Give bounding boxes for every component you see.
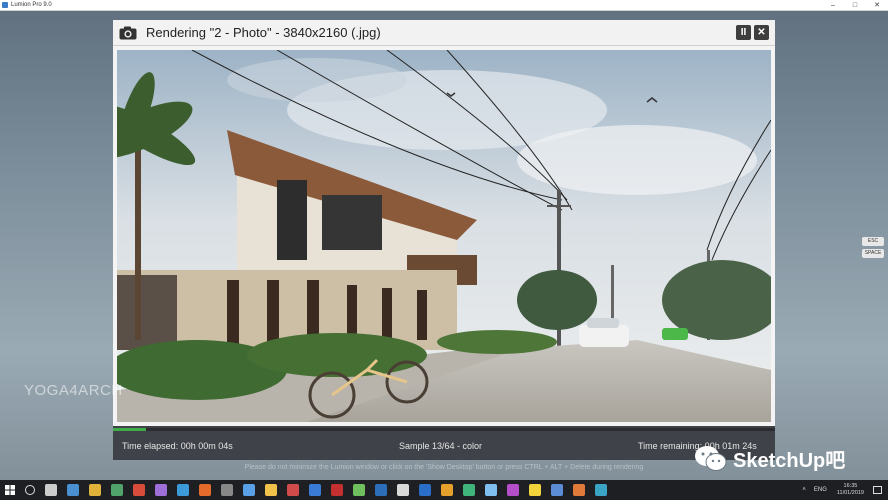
app-title: Lumion Pro 9.0 (11, 1, 52, 8)
system-tray: ˄ ENG 16:35 11/01/2019 (798, 480, 888, 500)
app-icon-19[interactable] (463, 484, 475, 496)
app-icon-24[interactable] (573, 484, 585, 496)
clock-time: 16:35 (843, 483, 858, 489)
esc-key-badge: ESC (862, 237, 884, 246)
watermark-sketchup: SketchUp吧 (694, 444, 845, 473)
app-icon-23[interactable] (551, 484, 563, 496)
lumion-app-icon (2, 2, 8, 8)
app-icon-12[interactable] (309, 484, 321, 496)
notification-icon[interactable] (873, 486, 882, 494)
app-icon-21[interactable] (507, 484, 519, 496)
app-icon-8[interactable] (221, 484, 233, 496)
app-icon-14[interactable] (353, 484, 365, 496)
app-icon-6[interactable] (177, 484, 189, 496)
explorer-icon[interactable] (265, 484, 277, 496)
app-icon-13[interactable] (331, 484, 343, 496)
windows-logo-icon (5, 485, 15, 495)
space-key-badge: SPACE (862, 249, 884, 258)
maximize-button[interactable]: □ (844, 0, 866, 11)
window-controls: – □ ✕ (822, 0, 888, 11)
taskbar-apps (40, 484, 612, 496)
sample-status: Sample 13/64 - color (399, 441, 483, 451)
app-icon-1[interactable] (67, 484, 79, 496)
app-icon-11[interactable] (287, 484, 299, 496)
app-icon-20[interactable] (485, 484, 497, 496)
app-icon-22[interactable] (529, 484, 541, 496)
minimize-button[interactable]: – (822, 0, 844, 11)
tray-chevron-icon[interactable]: ˄ (802, 487, 806, 493)
app-titlebar: Lumion Pro 9.0 – □ ✕ (0, 0, 888, 11)
task-view-icon[interactable] (45, 484, 57, 496)
render-hint: Please do not minimize the Lumion window… (244, 464, 644, 471)
render-title: Rendering "2 - Photo" - 3840x2160 (.jpg) (146, 25, 381, 40)
app-icon-9[interactable] (243, 484, 255, 496)
chrome-icon[interactable] (89, 484, 101, 496)
time-elapsed: Time elapsed: 00h 00m 04s (122, 441, 233, 451)
render-preview-image (117, 50, 771, 422)
app-icon-3[interactable] (111, 484, 123, 496)
watermark-yoga4arch: YOGA4ARCH (24, 382, 123, 399)
app-icon-7[interactable] (199, 484, 211, 496)
app-icon-4[interactable] (133, 484, 145, 496)
start-button[interactable] (0, 480, 20, 500)
clock-date: 11/01/2019 (836, 490, 864, 496)
app-icon-25[interactable] (595, 484, 607, 496)
close-render-button[interactable]: ✕ (754, 25, 769, 40)
render-frame (113, 46, 775, 426)
windows-taskbar: ˄ ENG 16:35 11/01/2019 (0, 480, 888, 500)
close-window-button[interactable]: ✕ (866, 0, 888, 11)
pause-button[interactable]: II (736, 25, 751, 40)
render-progress-fill (113, 428, 147, 431)
render-progress-track (113, 428, 775, 431)
render-status-bar: Time elapsed: 00h 00m 04s Sample 13/64 -… (113, 426, 775, 460)
render-dialog-header: Rendering "2 - Photo" - 3840x2160 (.jpg)… (113, 20, 775, 46)
app-icon-15[interactable] (375, 484, 387, 496)
key-hints: ESC SPACE (862, 237, 884, 261)
watermark-sketchup-text: SketchUp吧 (733, 450, 846, 472)
app-icon-16[interactable] (397, 484, 409, 496)
clock[interactable]: 16:35 11/01/2019 (837, 483, 864, 497)
photoshop-icon[interactable] (419, 484, 431, 496)
app-icon-5[interactable] (155, 484, 167, 496)
wechat-icon (694, 445, 728, 473)
app-icon-18[interactable] (441, 484, 453, 496)
camera-icon (119, 26, 137, 40)
language-indicator[interactable]: ENG (814, 487, 827, 493)
search-icon[interactable] (25, 485, 35, 495)
